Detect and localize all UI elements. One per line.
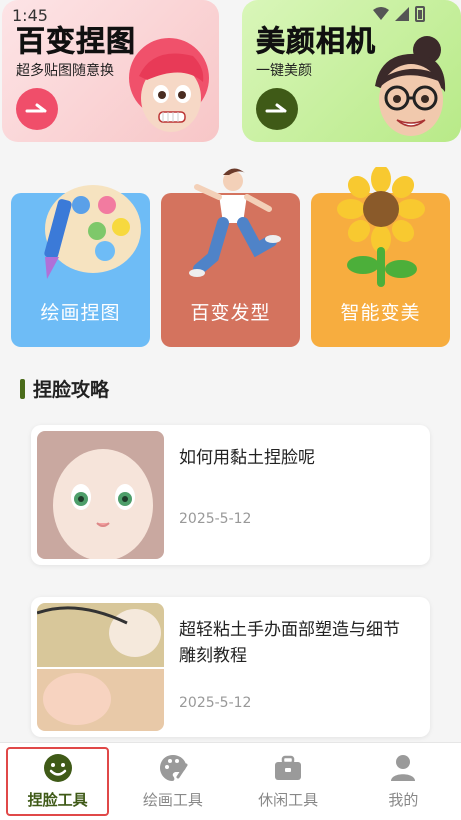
feature-label: 百变发型 [190,302,271,324]
article-date: 2025-5-12 [179,695,252,711]
feature-label: 绘画捏图 [40,302,121,324]
clay-face-image [37,431,164,559]
nav-label: 我的 [388,791,419,809]
banner-arrow-button[interactable] [16,88,58,130]
battery-icon [415,6,425,22]
status-time: 1:45 [12,6,48,25]
feature-card-beautify[interactable]: 智能变美 [311,167,450,347]
clay-sculpting-image [37,603,164,731]
palette-icon [44,185,141,279]
arrow-right-icon [265,103,287,113]
briefcase-icon [275,755,302,780]
article-card[interactable]: 如何用黏土捏脸呢 2025-5-12 [31,425,430,565]
status-icons [373,6,425,22]
nav-label: 捏脸工具 [27,791,88,809]
smiley-icon [43,754,72,782]
nav-item-leisure-tools[interactable]: 休闲工具 [231,743,346,820]
banner-arrow-button[interactable] [256,88,298,130]
section-header: 捏脸攻略 [20,375,109,402]
dancer-figure-icon [189,168,281,277]
article-title: 如何用黏土捏脸呢 [179,448,315,468]
article-date: 2025-5-12 [179,511,252,527]
section-title: 捏脸攻略 [33,379,110,401]
arrow-right-icon [25,103,47,113]
article-thumbnail [37,603,164,731]
banner-subtitle: 超多贴图随意换 [16,63,114,79]
banner-subtitle: 一键美颜 [256,63,312,79]
article-thumbnail [37,431,164,559]
status-bar: 1:45 [0,0,461,26]
nav-label: 休闲工具 [258,791,319,809]
cartoon-woman-glasses-illustration [375,36,446,136]
feature-card-drawing[interactable]: 绘画捏图 [11,185,150,347]
cartoon-girl-illustration [129,38,209,132]
section-accent-bar [20,378,25,399]
sunflower-icon [337,167,425,287]
person-icon [391,755,416,781]
palette-icon [159,755,188,781]
signal-icon [395,7,409,21]
nav-item-face-tools[interactable]: 捏脸工具 [0,743,115,820]
nav-item-profile[interactable]: 我的 [346,743,461,820]
bottom-nav: 捏脸工具 绘画工具 休闲工具 我的 [0,742,461,820]
feature-card-hairstyle[interactable]: 百变发型 [161,168,300,347]
nav-item-drawing-tools[interactable]: 绘画工具 [115,743,230,820]
article-card[interactable]: 超轻粘土手办面部塑造与细节雕刻教程 2025-5-12 [31,597,430,737]
article-title: 超轻粘土手办面部塑造与细节雕刻教程 [179,620,400,666]
wifi-icon [373,7,389,20]
nav-label: 绘画工具 [142,791,203,809]
feature-label: 智能变美 [340,302,421,324]
